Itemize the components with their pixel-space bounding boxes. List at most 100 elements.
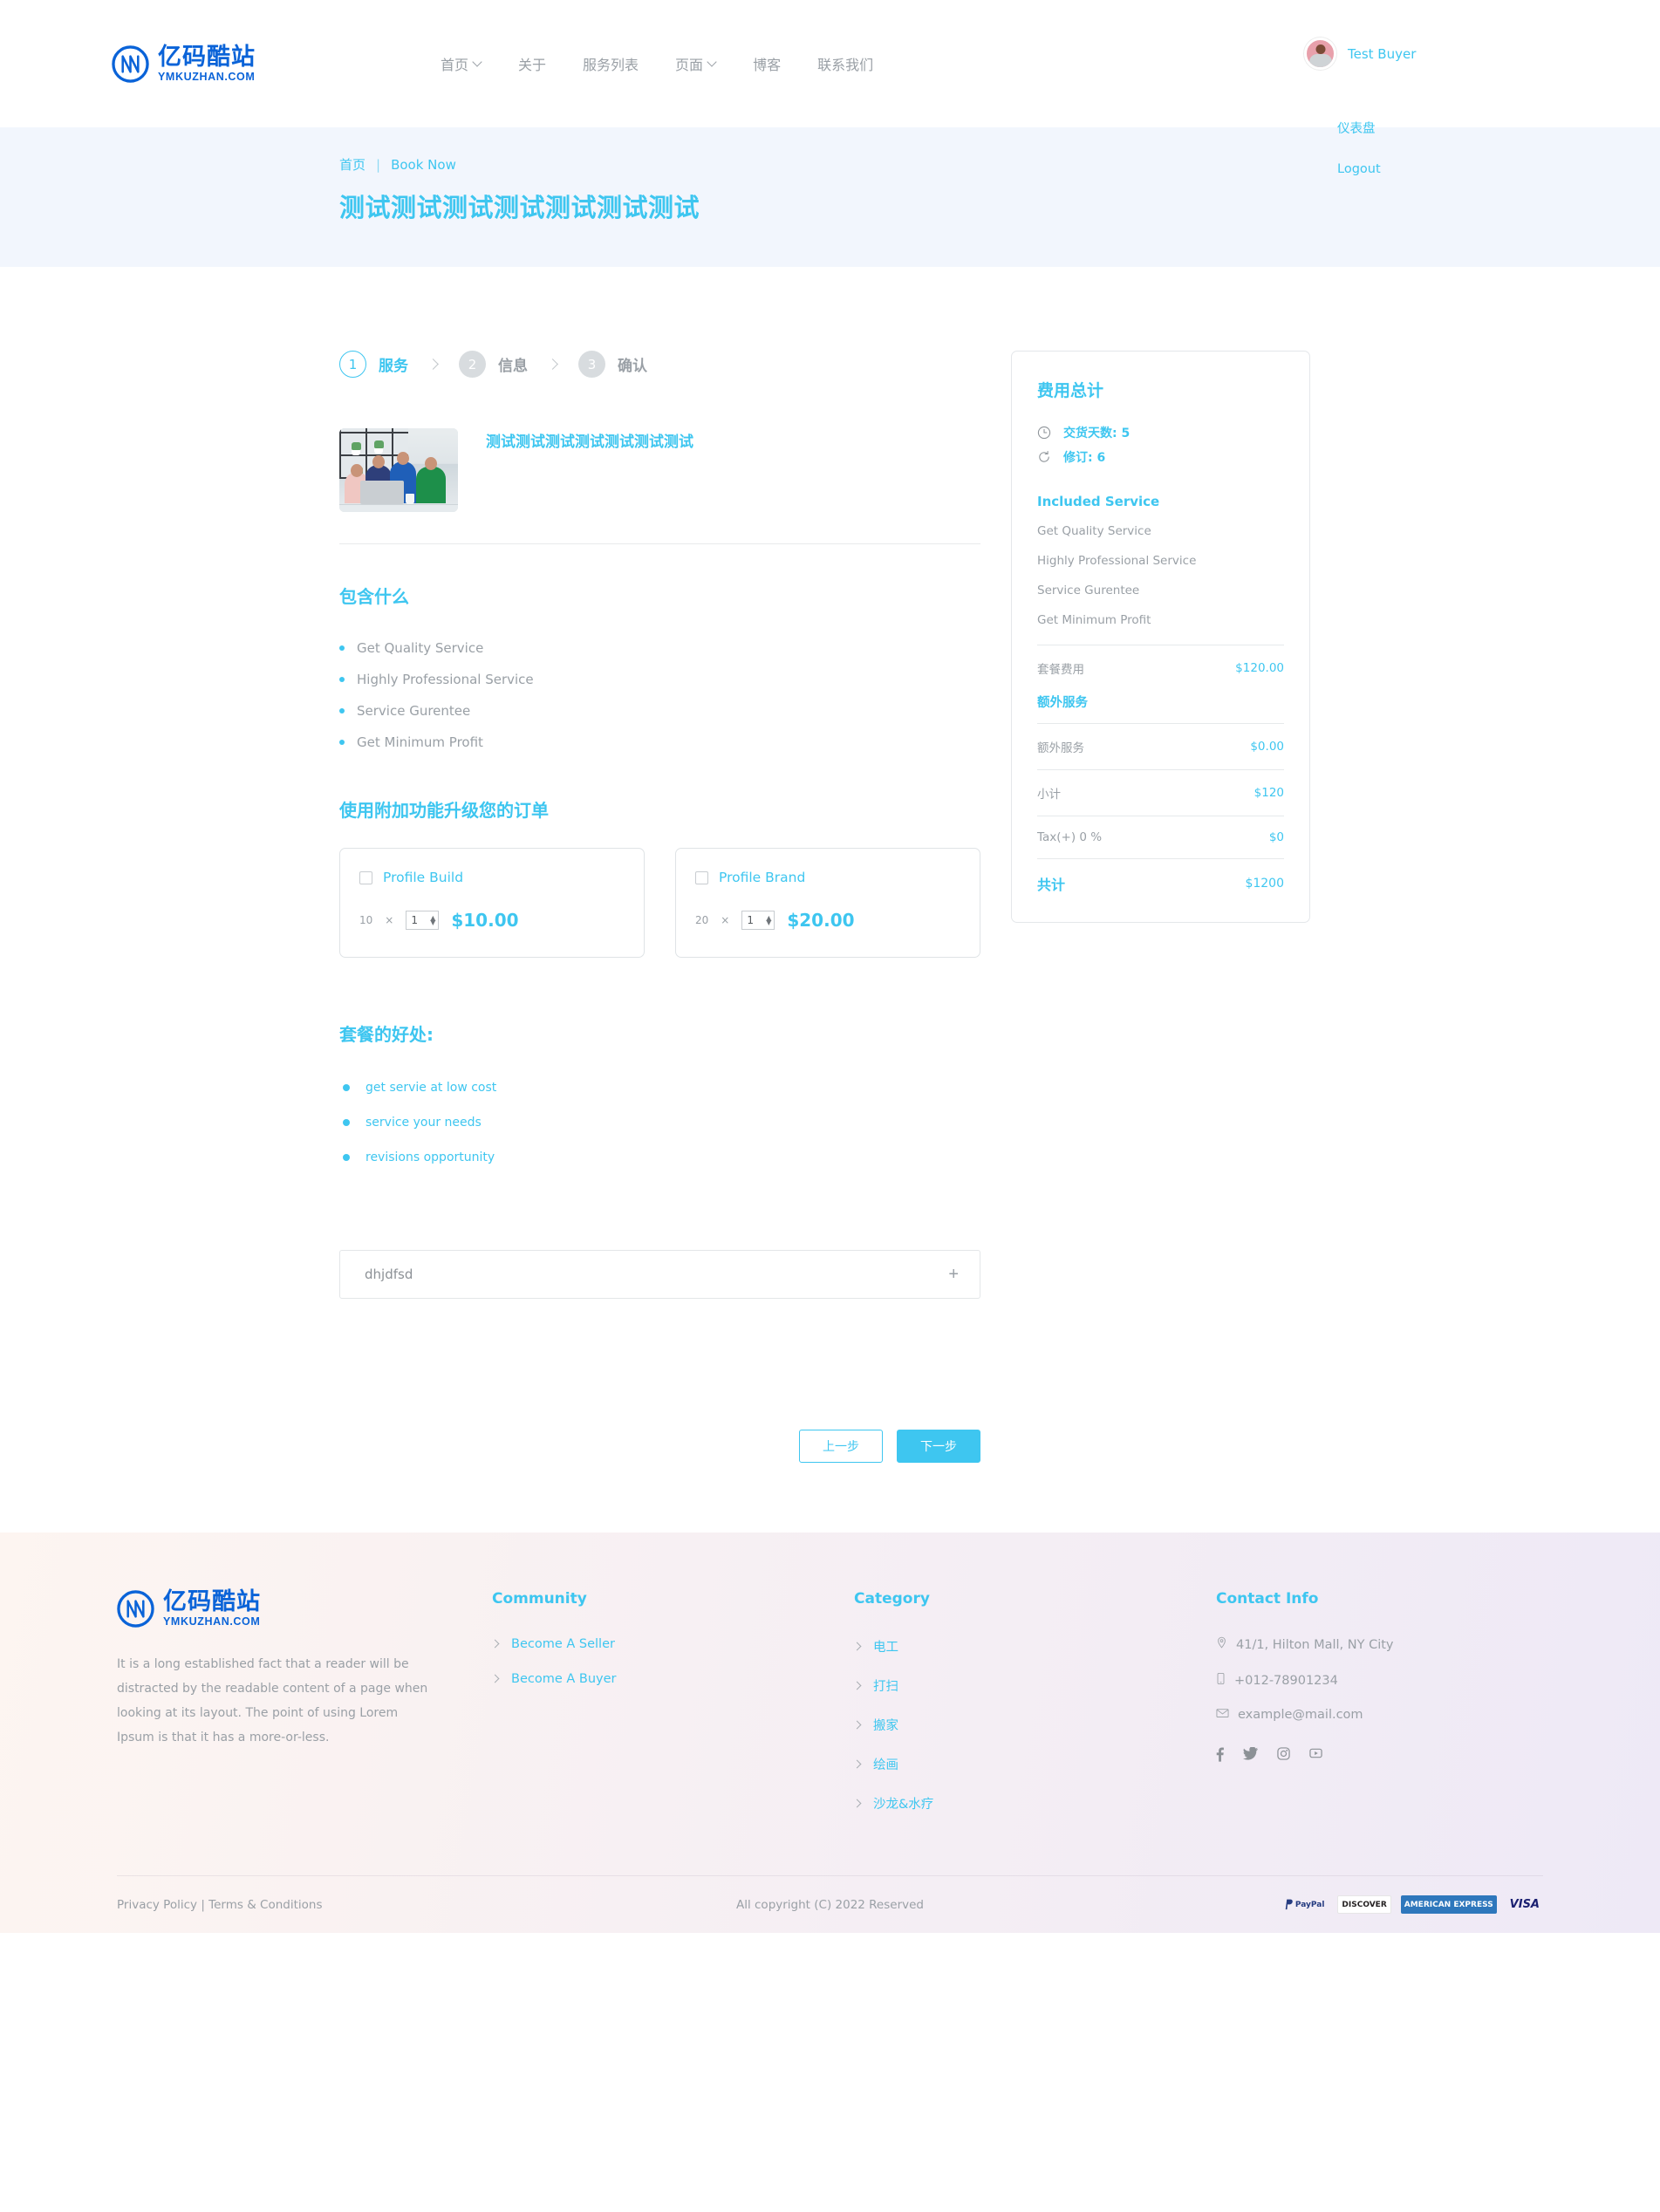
chevron-right-icon: [854, 1683, 861, 1690]
list-item-label: Get Minimum Profit: [357, 734, 483, 750]
site-logo[interactable]: 亿码酷站 YMKUZHAN.COM: [112, 45, 256, 83]
previous-step-button[interactable]: 上一步: [799, 1430, 883, 1463]
cost-label: 小计: [1037, 788, 1061, 802]
nav-item-service-list[interactable]: 服务列表: [583, 53, 639, 74]
footer-logo[interactable]: 亿码酷站 YMKUZHAN.COM: [117, 1590, 431, 1628]
stepper-arrows-icon[interactable]: ▲ ▼: [766, 915, 771, 926]
addon-multiply-symbol: ×: [385, 914, 394, 926]
addon-checkbox[interactable]: [695, 870, 708, 884]
twitter-icon[interactable]: [1243, 1746, 1258, 1766]
addon-name: Profile Brand: [719, 870, 806, 885]
nav-label: 联系我们: [817, 57, 874, 73]
addon-checkbox[interactable]: [359, 870, 372, 884]
cost-summary-title: 费用总计: [1037, 381, 1104, 400]
logo-en-text: YMKUZHAN.COM: [158, 70, 256, 83]
addon-price: $10.00: [451, 910, 519, 931]
included-service-item: Get Minimum Profit: [1037, 613, 1151, 627]
footer-contact-title: Contact Info: [1216, 1590, 1319, 1608]
included-service-title: Included Service: [1037, 494, 1160, 509]
footer-link-label: 电工: [873, 1641, 898, 1655]
nav-label: 关于: [518, 57, 547, 73]
cost-label: 套餐费用: [1037, 663, 1084, 677]
menu-item-dashboard[interactable]: 仪表盘: [1337, 106, 1616, 150]
step-number: 2: [459, 351, 486, 378]
addon-multiply-symbol: ×: [721, 914, 730, 926]
logo-icon: [112, 44, 149, 83]
accordion-item-label: dhjdfsd: [365, 1266, 413, 1282]
breadcrumb-separator: |: [376, 157, 381, 173]
discover-icon: DISCOVER: [1337, 1895, 1391, 1914]
addon-quantity-value: 1: [411, 914, 418, 926]
main-content: 1 服务 2 信息 3 确认 测试测试测试测试测试测试测试 包含什么 Get Q…: [0, 267, 1660, 1515]
addon-quantity-stepper[interactable]: 1 ▲ ▼: [741, 911, 775, 930]
nav-item-pages[interactable]: 页面: [675, 53, 716, 74]
footer-category-link[interactable]: 沙龙&水疗: [854, 1784, 1216, 1823]
footer-about: 亿码酷站 YMKUZHAN.COM It is a long establish…: [117, 1590, 492, 1823]
list-item-label: Get Quality Service: [357, 640, 484, 656]
next-step-button[interactable]: 下一步: [897, 1430, 980, 1463]
chevron-right-icon: [854, 1761, 861, 1768]
privacy-policy-link[interactable]: Privacy Policy: [117, 1898, 197, 1912]
addon-card-profile-build[interactable]: Profile Build 10 × 1 ▲ ▼ $10.00: [339, 848, 645, 958]
addon-quantity-stepper[interactable]: 1 ▲ ▼: [406, 911, 440, 930]
menu-item-logout[interactable]: Logout: [1337, 150, 1616, 189]
nav-label: 博客: [753, 57, 782, 73]
step-service[interactable]: 1 服务: [339, 351, 408, 378]
cost-summary-card: 费用总计 交货天数: 5 修订: 6 Included Service Get …: [1011, 351, 1310, 923]
cost-row-extra-service: 额外服务 $0.00: [1037, 723, 1284, 769]
nav-item-blog[interactable]: 博客: [753, 53, 781, 74]
footer-link-become-a-buyer[interactable]: Become A Buyer: [492, 1662, 854, 1697]
footer-legal-links: Privacy Policy | Terms & Conditions: [117, 1898, 570, 1912]
includes-heading: 包含什么: [339, 586, 409, 607]
chevron-right-icon: [429, 360, 438, 369]
phone-icon: [1216, 1672, 1226, 1689]
user-menu-trigger[interactable]: Test Buyer: [1304, 38, 1416, 70]
copyright-text: All copyright (C) 2022 Reserved: [735, 1897, 924, 1912]
footer-category-link[interactable]: 电工: [854, 1627, 1216, 1666]
instagram-icon[interactable]: [1277, 1747, 1290, 1766]
footer-category-link[interactable]: 搬家: [854, 1705, 1216, 1744]
facebook-icon[interactable]: [1216, 1747, 1224, 1766]
logo-cn-text: 亿码酷站: [158, 43, 256, 71]
footer-link-become-a-seller[interactable]: Become A Seller: [492, 1627, 854, 1662]
footer-community-title: Community: [492, 1590, 587, 1608]
nav-label: 服务列表: [583, 57, 639, 73]
nav-item-about[interactable]: 关于: [518, 53, 546, 74]
includes-list: Get Quality Service Highly Professional …: [339, 632, 980, 758]
stepper-arrows-icon[interactable]: ▲ ▼: [430, 915, 435, 926]
site-footer: 亿码酷站 YMKUZHAN.COM It is a long establish…: [0, 1533, 1660, 1933]
addon-name: Profile Build: [383, 870, 464, 885]
nav-item-home[interactable]: 首页: [441, 53, 482, 74]
breadcrumb-home[interactable]: 首页: [339, 157, 365, 173]
accordion-item[interactable]: dhjdfsd +: [339, 1250, 980, 1299]
step-confirm[interactable]: 3 确认: [578, 351, 647, 378]
footer-community-column: Community Become A Seller Become A Buyer: [492, 1590, 854, 1823]
benefits-list: get servie at low cost service your need…: [339, 1070, 980, 1175]
terms-conditions-link[interactable]: Terms & Conditions: [208, 1898, 322, 1912]
list-item-label: Service Gurentee: [357, 703, 471, 719]
bullet-icon: [343, 1154, 350, 1161]
footer-link-label: 绘画: [873, 1758, 898, 1772]
nav-item-contact[interactable]: 联系我们: [817, 53, 873, 74]
footer-link-label: 搬家: [873, 1719, 898, 1733]
footer-category-link[interactable]: 打扫: [854, 1666, 1216, 1705]
contact-phone: +012-78901234: [1234, 1673, 1338, 1688]
delivery-days-row: 交货天数: 5: [1037, 420, 1284, 445]
step-number: 3: [578, 351, 605, 378]
step-info[interactable]: 2 信息: [459, 351, 528, 378]
youtube-icon[interactable]: [1309, 1747, 1322, 1766]
visa-icon: VISA: [1506, 1895, 1543, 1914]
list-item: Get Minimum Profit: [339, 727, 980, 758]
addons-heading: 使用附加功能升级您的订单: [339, 800, 549, 821]
plus-icon[interactable]: +: [948, 1266, 959, 1283]
logo-icon: [117, 1590, 154, 1628]
page-root: 亿码酷站 YMKUZHAN.COM 首页 关于 服务列表 页面 博客 联系我们 …: [0, 0, 1660, 1933]
footer-category-link[interactable]: 绘画: [854, 1744, 1216, 1784]
envelope-icon: [1216, 1708, 1229, 1722]
includes-section: 包含什么 Get Quality Service Highly Professi…: [339, 544, 980, 758]
addon-card-profile-brand[interactable]: Profile Brand 20 × 1 ▲ ▼ $20.00: [675, 848, 980, 958]
chevron-right-icon: [549, 360, 557, 369]
amex-icon: AMERICAN EXPRESS: [1400, 1895, 1497, 1914]
footer-link-label: Become A Seller: [511, 1637, 615, 1651]
booking-right-column: 费用总计 交货天数: 5 修订: 6 Included Service Get …: [1011, 351, 1310, 1515]
